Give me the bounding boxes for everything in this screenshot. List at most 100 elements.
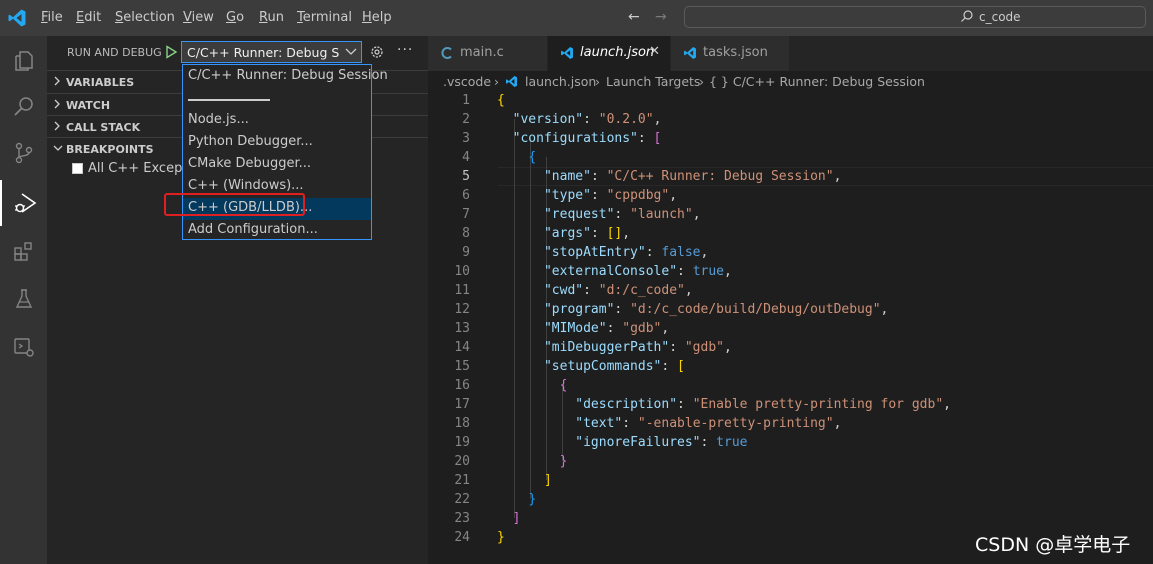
tab-main-c[interactable]: main.c (428, 36, 547, 71)
menu-edit[interactable]: Edit (76, 10, 101, 25)
annotation-highlight-box (164, 193, 305, 216)
breadcrumb-item[interactable]: launch.json (525, 74, 596, 89)
tab-label: main.c (460, 45, 504, 60)
sidebar-title: RUN AND DEBUG (67, 46, 162, 59)
code-line: 13 "MIMode": "gdb", (428, 318, 1153, 337)
dropdown-item[interactable]: Add Configuration... (183, 220, 371, 242)
vscode-file-icon (505, 75, 518, 88)
code-line: 15 "setupCommands": [ (428, 356, 1153, 375)
start-debugging-play-icon[interactable] (163, 44, 179, 60)
code-line: 21 ] (428, 470, 1153, 489)
chevron-right-icon (54, 99, 60, 109)
section-call-stack-label: CALL STACK (66, 121, 141, 134)
chevron-down-icon (345, 48, 357, 55)
vscode-file-icon (684, 47, 696, 59)
search-view-icon[interactable] (0, 84, 47, 130)
more-actions-icon[interactable]: ··· (397, 42, 413, 58)
command-center-search[interactable]: c_code (684, 6, 1146, 28)
dropdown-item-label: C/C++ Runner: Debug Session (188, 68, 388, 83)
line-number: 15 (454, 359, 470, 374)
code-line: 5 "name": "C/C++ Runner: Debug Session", (428, 166, 1153, 185)
line-number: 4 (462, 150, 470, 165)
line-number: 19 (454, 435, 470, 450)
line-number: 23 (454, 511, 470, 526)
menu-terminal[interactable]: Terminal (297, 10, 352, 25)
dropdown-item-label: Python Debugger... (188, 134, 313, 149)
explorer-icon[interactable] (0, 38, 47, 84)
extensions-icon[interactable] (0, 228, 47, 274)
tab-label: launch.json (580, 45, 655, 60)
line-number: 6 (462, 188, 470, 203)
line-number: 10 (454, 264, 470, 279)
debug-config-select-label: C/C++ Runner: Debug Session (187, 45, 339, 60)
line-number: 20 (454, 454, 470, 469)
code-line: 20 } (428, 451, 1153, 470)
breakpoint-checkbox[interactable] (72, 163, 83, 174)
line-number: 5 (462, 169, 470, 184)
dropdown-item[interactable]: C/C++ Runner: Debug Session (183, 66, 388, 88)
line-number: 16 (454, 378, 470, 393)
dropdown-item-label: Add Configuration... (188, 222, 318, 237)
dropdown-item[interactable]: CMake Debugger... (183, 154, 371, 176)
line-number: 24 (454, 530, 470, 545)
dropdown-item[interactable]: Python Debugger... (183, 132, 371, 154)
code-editor[interactable]: 1{ 2 "version": "0.2.0", 3 "configuratio… (428, 90, 1153, 564)
dropdown-item[interactable]: Node.js... (183, 110, 371, 132)
line-number: 17 (454, 397, 470, 412)
breadcrumb-item[interactable]: { } C/C++ Runner: Debug Session (709, 74, 925, 89)
line-number: 7 (462, 207, 470, 222)
activity-bar (0, 36, 47, 564)
vscode-file-icon (561, 47, 573, 59)
code-line: 6 "type": "cppdbg", (428, 185, 1153, 204)
source-control-icon[interactable] (0, 130, 47, 176)
chevron-right-icon (54, 76, 60, 86)
tab-tasks-json[interactable]: tasks.json (671, 36, 789, 71)
line-number: 9 (462, 245, 470, 260)
line-number: 21 (454, 473, 470, 488)
code-line: 19 "ignoreFailures": true (428, 432, 1153, 451)
tab-launch-json[interactable]: launch.json ✕ (548, 36, 670, 71)
code-line: 1{ (428, 90, 1153, 109)
menu-help[interactable]: Help (362, 10, 392, 25)
menu-run[interactable]: Run (259, 10, 284, 25)
menu-view[interactable]: View (183, 10, 214, 25)
menu-file[interactable]: File (41, 10, 63, 25)
debug-config-select[interactable]: C/C++ Runner: Debug Session (181, 41, 362, 63)
chevron-right-icon (54, 121, 60, 131)
dropdown-item-label: CMake Debugger... (188, 156, 312, 171)
c-file-icon (441, 47, 452, 59)
breadcrumb-item[interactable]: Launch Targets (606, 74, 700, 89)
menu-selection[interactable]: Selection (115, 10, 175, 25)
search-icon (961, 10, 973, 22)
code-line: 22 } (428, 489, 1153, 508)
code-line: 16 { (428, 375, 1153, 394)
chevron-down-icon (53, 145, 63, 151)
code-line: 10 "externalConsole": true, (428, 261, 1153, 280)
line-number: 22 (454, 492, 470, 507)
editor-tab-bar: main.c launch.json ✕ tasks.json (428, 36, 1153, 71)
code-line: 8 "args": [], (428, 223, 1153, 242)
breadcrumb-item[interactable]: .vscode (443, 74, 491, 89)
section-watch-label: WATCH (66, 99, 111, 112)
code-line: 9 "stopAtEntry": false, (428, 242, 1153, 261)
line-number: 11 (454, 283, 470, 298)
line-number: 8 (462, 226, 470, 241)
back-arrow-icon[interactable]: ← (628, 9, 640, 25)
code-line: 4 { (428, 147, 1153, 166)
code-line: 18 "text": "-enable-pretty-printing", (428, 413, 1153, 432)
code-line: 12 "program": "d:/c_code/build/Debug/out… (428, 299, 1153, 318)
search-text: c_code (979, 10, 1021, 24)
tab-label: tasks.json (703, 45, 768, 60)
run-and-debug-icon[interactable] (0, 180, 47, 226)
menu-go[interactable]: Go (226, 10, 244, 25)
code-line: 17 "description": "Enable pretty-printin… (428, 394, 1153, 413)
dropdown-separator (188, 99, 270, 101)
line-number: 12 (454, 302, 470, 317)
testing-flask-icon[interactable] (0, 276, 47, 322)
remote-explorer-icon[interactable] (0, 324, 47, 370)
line-number: 3 (462, 131, 470, 146)
forward-arrow-icon[interactable]: → (655, 9, 667, 25)
dropdown-item-label: Node.js... (188, 112, 249, 127)
gear-icon[interactable] (369, 44, 385, 60)
close-icon[interactable]: ✕ (649, 44, 660, 59)
